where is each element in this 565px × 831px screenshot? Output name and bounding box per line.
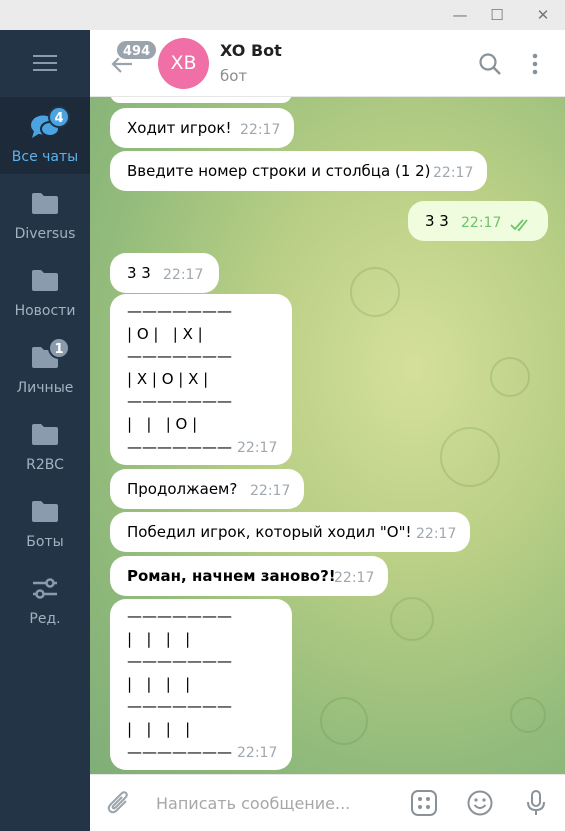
- message-bubble[interactable]: ——————— | | | | ——————— | | | | ——————— …: [110, 599, 292, 770]
- message-text: Продолжаем?: [127, 480, 238, 498]
- message-text: 3 3: [425, 212, 449, 230]
- message-time: 22:17: [240, 122, 281, 138]
- wallpaper-doodle: [490, 357, 530, 397]
- search-icon[interactable]: [477, 51, 503, 77]
- microphone-icon[interactable]: [522, 789, 550, 817]
- message-bubble[interactable]: Продолжаем? 22:17: [110, 469, 304, 509]
- chat-messages-area[interactable]: Ходит игрок! 22:17 Введите номер строки …: [90, 97, 565, 774]
- message-bubble[interactable]: Победил игрок, который ходил "О"! 22:17: [110, 512, 470, 552]
- chat-title[interactable]: XO Bot: [220, 41, 282, 60]
- message-time: 22:17: [250, 483, 291, 499]
- message-bubble[interactable]: [110, 97, 292, 103]
- maximize-button[interactable]: ☐: [477, 0, 517, 30]
- message-time: 22:17: [433, 165, 474, 181]
- folder-unread-badge: 4: [48, 106, 70, 128]
- message-text: Ходит игрок!: [127, 119, 232, 137]
- more-vertical-icon[interactable]: [523, 51, 547, 77]
- chat-header: 494 XB XO Bot бот: [90, 30, 565, 97]
- folder-news[interactable]: Новости: [0, 251, 90, 328]
- message-text: Победил игрок, который ходил "О"!: [127, 523, 412, 541]
- folder-edit[interactable]: Ред.: [0, 559, 90, 636]
- folder-label: Боты: [26, 534, 64, 550]
- folder-icon: [32, 424, 58, 445]
- folder-unread-badge: 1: [48, 337, 70, 359]
- edit-sliders-icon: [33, 578, 57, 599]
- wallpaper-doodle: [350, 267, 400, 317]
- message-bubble[interactable]: Ходит игрок! 22:17: [110, 108, 294, 148]
- message-time: 22:17: [237, 440, 278, 456]
- window-titlebar: — ☐ ✕: [0, 0, 565, 30]
- hamburger-icon-line: [33, 62, 57, 64]
- bot-commands-icon[interactable]: [410, 789, 438, 817]
- attach-paperclip-icon[interactable]: [106, 789, 132, 817]
- folder-icon: [32, 270, 58, 291]
- menu-button[interactable]: [0, 30, 90, 96]
- message-bubble[interactable]: ——————— | O | | X | ——————— | X | O | X …: [110, 294, 292, 465]
- close-button[interactable]: ✕: [523, 0, 563, 30]
- message-time: 22:17: [334, 570, 375, 586]
- double-check-icon: [510, 219, 528, 232]
- minimize-button[interactable]: —: [440, 0, 480, 30]
- folder-label: Все чаты: [11, 149, 79, 165]
- message-time: 22:17: [237, 745, 278, 761]
- wallpaper-doodle: [440, 427, 500, 487]
- avatar[interactable]: XB: [158, 38, 209, 89]
- folder-bots[interactable]: Боты: [0, 482, 90, 559]
- message-text: 3 3: [127, 264, 151, 282]
- message-bubble[interactable]: Введите номер строки и столбца (1 2) 22:…: [110, 151, 487, 191]
- wallpaper-doodle: [390, 597, 434, 641]
- folder-diversus[interactable]: Diversus: [0, 174, 90, 251]
- game-board-text: ——————— | O | | X | ——————— | X | O | X …: [127, 302, 232, 456]
- folder-label: Ред.: [29, 611, 61, 627]
- hamburger-icon: [33, 55, 57, 57]
- game-board-text: ——————— | | | | ——————— | | | | ——————— …: [127, 607, 232, 761]
- outgoing-message-bubble[interactable]: 3 3 22:17: [408, 201, 548, 241]
- folder-icon: [32, 193, 58, 214]
- emoji-icon[interactable]: [466, 789, 494, 817]
- hamburger-icon-line: [33, 69, 57, 71]
- wallpaper-doodle: [510, 697, 546, 733]
- folders-sidebar: 4 Все чаты Diversus Новости 1 Личные R2B…: [0, 30, 90, 831]
- chat-subtitle: бот: [220, 67, 248, 85]
- unread-count-badge: 494: [115, 39, 159, 61]
- folder-label: Личные: [16, 380, 74, 396]
- folder-r2bc[interactable]: R2BC: [0, 405, 90, 482]
- folder-label: R2BC: [26, 457, 64, 473]
- folder-all-chats[interactable]: 4 Все чаты: [0, 97, 90, 174]
- message-time: 22:17: [416, 526, 457, 542]
- folder-icon: [32, 501, 58, 522]
- message-time: 22:17: [461, 215, 502, 231]
- message-composer: Написать сообщение...: [90, 774, 565, 831]
- message-input[interactable]: Написать сообщение...: [156, 794, 350, 813]
- folder-personal[interactable]: 1 Личные: [0, 328, 90, 405]
- folder-label: Diversus: [14, 226, 76, 242]
- message-bubble[interactable]: Роман, начнем заново?! 22:17: [110, 556, 388, 596]
- message-time: 22:17: [163, 267, 204, 283]
- message-text: Роман, начнем заново?!: [127, 567, 336, 585]
- wallpaper-doodle: [320, 697, 368, 745]
- message-text: Введите номер строки и столбца (1 2): [127, 162, 431, 180]
- message-bubble[interactable]: 3 3 22:17: [110, 253, 219, 293]
- folder-label: Новости: [14, 303, 76, 319]
